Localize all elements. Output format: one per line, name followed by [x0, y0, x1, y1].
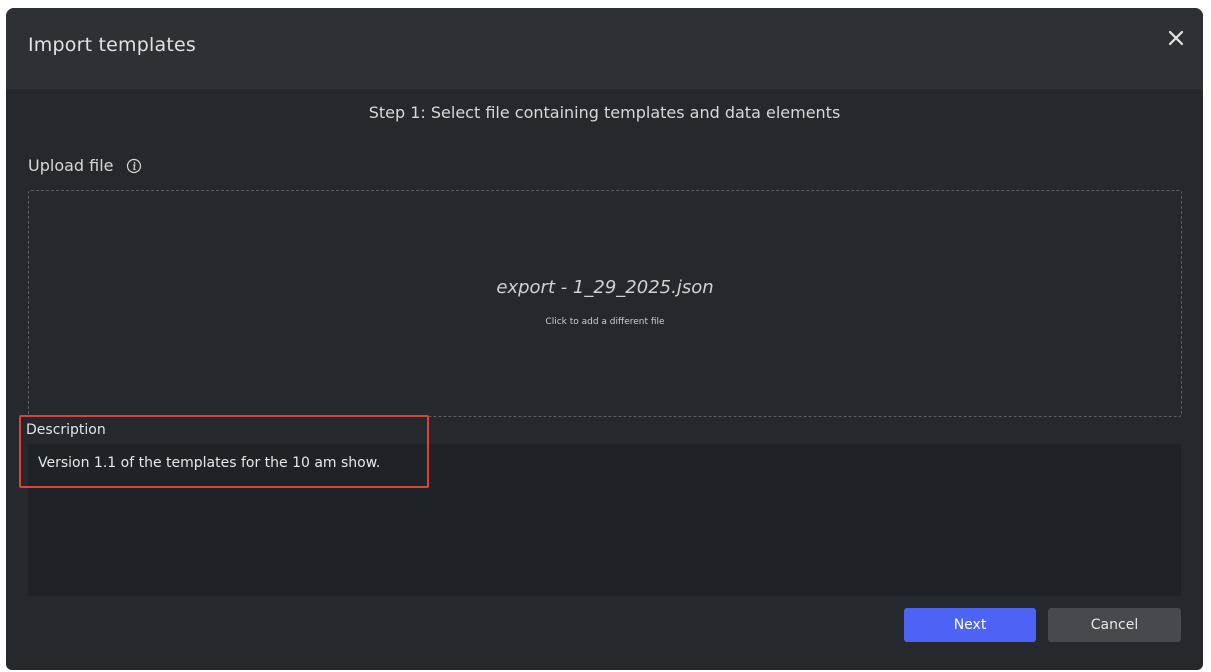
selected-file-name: export - 1_29_2025.json — [496, 277, 714, 298]
description-field[interactable]: Version 1.1 of the templates for the 10 … — [28, 444, 1181, 596]
dialog-title: Import templates — [28, 34, 196, 56]
cancel-button[interactable]: Cancel — [1048, 608, 1181, 642]
background-strip — [0, 0, 1211, 8]
upload-file-label: Upload file — [28, 156, 142, 175]
import-templates-dialog: Import templates Step 1: Select file con… — [6, 8, 1203, 670]
file-dropzone[interactable]: export - 1_29_2025.json Click to add a d… — [28, 190, 1182, 417]
step-title: Step 1: Select file containing templates… — [368, 103, 841, 122]
dialog-header: Import templates — [6, 8, 1203, 89]
upload-file-label-text: Upload file — [28, 156, 114, 175]
close-icon — [1168, 30, 1184, 46]
next-button[interactable]: Next — [904, 608, 1036, 642]
info-icon[interactable] — [126, 158, 142, 174]
change-file-hint: Click to add a different file — [545, 317, 665, 327]
description-value: Version 1.1 of the templates for the 10 … — [38, 455, 381, 471]
description-label: Description — [26, 422, 106, 438]
close-button[interactable] — [1164, 26, 1188, 50]
